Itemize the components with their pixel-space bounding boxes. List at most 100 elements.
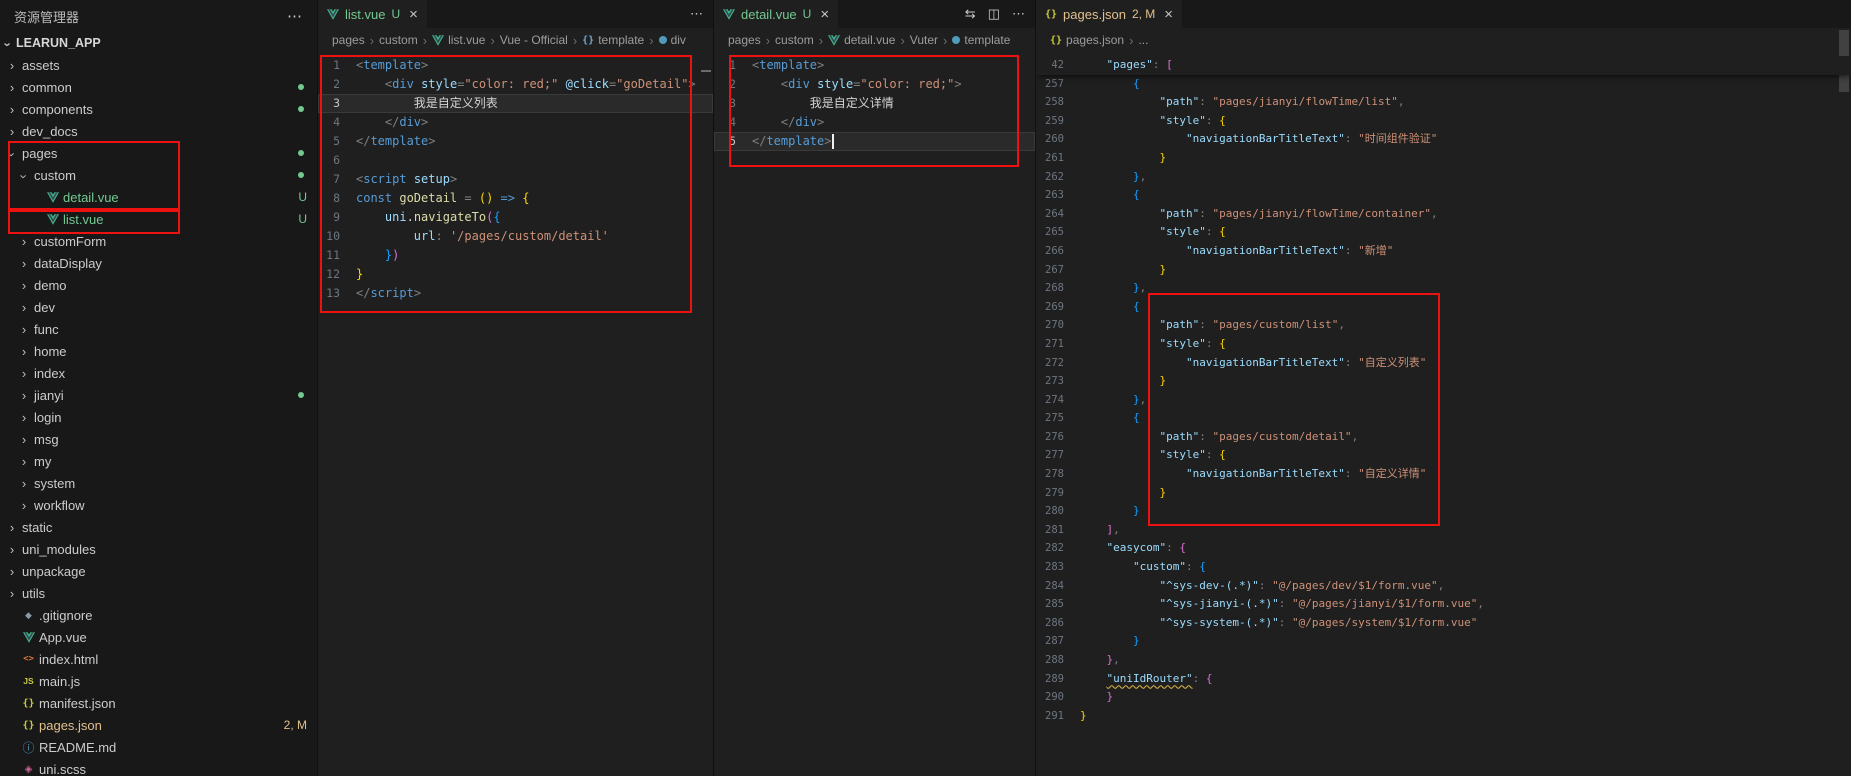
tree-item-dev_docs[interactable]: dev_docs xyxy=(0,120,317,142)
tree-item-assets[interactable]: assets xyxy=(0,54,317,76)
code-line-286: 286 "^sys-system-(.*)": "@/pages/system/… xyxy=(1036,614,1851,633)
chevron-right-icon[interactable] xyxy=(16,477,32,490)
line-content: "path": "pages/jianyi/flowTime/container… xyxy=(1080,205,1438,224)
code-editor-list-vue[interactable]: 1<template>2 <div style="color: red;" @c… xyxy=(318,52,713,776)
tree-item-static[interactable]: static xyxy=(0,516,317,538)
tree-item-app.vue[interactable]: App.vue xyxy=(0,626,317,648)
tree-item-common[interactable]: common xyxy=(0,76,317,98)
breadcrumb-item-template[interactable]: template xyxy=(952,33,1010,47)
close-icon[interactable]: × xyxy=(1164,6,1173,23)
code-editor-pages-json[interactable]: 42 "pages": [257 {258 "path": "pages/jia… xyxy=(1036,52,1851,776)
tree-item-main.js[interactable]: JSmain.js xyxy=(0,670,317,692)
chevron-right-icon[interactable] xyxy=(16,323,32,336)
tree-item-workflow[interactable]: workflow xyxy=(0,494,317,516)
chevron-right-icon[interactable] xyxy=(16,367,32,380)
tree-item-uni.scss[interactable]: ◈uni.scss xyxy=(0,758,317,776)
chevron-right-icon[interactable] xyxy=(4,103,20,116)
breadcrumb-item-custom[interactable]: custom xyxy=(379,33,418,47)
explorer-more-actions-icon[interactable]: ⋯ xyxy=(287,7,303,25)
tree-item-dev[interactable]: dev xyxy=(0,296,317,318)
chevron-right-icon[interactable] xyxy=(16,257,32,270)
chevron-right-icon[interactable] xyxy=(16,235,32,248)
breadcrumb-item-...[interactable]: ... xyxy=(1138,33,1148,47)
tree-item-custom[interactable]: custom xyxy=(0,164,317,186)
breadcrumb-item-vuter[interactable]: Vuter xyxy=(910,33,938,47)
chevron-right-icon[interactable] xyxy=(16,301,32,314)
tree-item-datadisplay[interactable]: dataDisplay xyxy=(0,252,317,274)
close-icon[interactable]: × xyxy=(409,6,418,23)
chevron-right-icon[interactable] xyxy=(4,81,20,94)
tree-item-system[interactable]: system xyxy=(0,472,317,494)
breadcrumb-item-detail.vue[interactable]: detail.vue xyxy=(828,33,895,47)
tab-detail-vue[interactable]: detail.vue U × xyxy=(714,0,838,28)
tree-item-label: home xyxy=(34,344,67,359)
tree-item-home[interactable]: home xyxy=(0,340,317,362)
close-icon[interactable]: × xyxy=(820,6,829,23)
tree-item-pages.json[interactable]: {}pages.json2, M xyxy=(0,714,317,736)
tab-list-vue[interactable]: list.vue U × xyxy=(318,0,427,28)
tree-item-readme.md[interactable]: ⓘREADME.md xyxy=(0,736,317,758)
tree-item-uni_modules[interactable]: uni_modules xyxy=(0,538,317,560)
tree-item-demo[interactable]: demo xyxy=(0,274,317,296)
code-line-260: 260 "navigationBarTitleText": "时间组件验证" xyxy=(1036,130,1851,149)
code-line-265: 265 "style": { xyxy=(1036,223,1851,242)
chevron-down-icon[interactable] xyxy=(16,169,32,182)
line-number: 259 xyxy=(1036,112,1080,131)
tree-item-jianyi[interactable]: jianyi xyxy=(0,384,317,406)
tree-item-login[interactable]: login xyxy=(0,406,317,428)
breadcrumb-separator: › xyxy=(943,33,947,48)
code-line-281: 281 ], xyxy=(1036,521,1851,540)
breadcrumb-item-pages.json[interactable]: {}pages.json xyxy=(1050,33,1124,47)
tree-item-func[interactable]: func xyxy=(0,318,317,340)
tree-root-learun-app[interactable]: LEARUN_APP xyxy=(0,32,317,54)
chevron-right-icon[interactable] xyxy=(4,59,20,72)
git-changes-dot xyxy=(298,84,304,90)
code-editor-detail-vue[interactable]: 1<template>2 <div style="color: red;">3 … xyxy=(714,52,1035,776)
chevron-right-icon[interactable] xyxy=(4,565,20,578)
vue-icon xyxy=(432,35,444,46)
tree-item-my[interactable]: my xyxy=(0,450,317,472)
breadcrumb-item-vue---official[interactable]: Vue - Official xyxy=(500,33,568,47)
more-actions-icon[interactable]: ⋯ xyxy=(690,6,703,22)
chevron-right-icon[interactable] xyxy=(4,587,20,600)
tree-item-list.vue[interactable]: list.vueU xyxy=(0,208,317,230)
breadcrumb-item-pages[interactable]: pages xyxy=(332,33,365,47)
chevron-right-icon[interactable] xyxy=(16,455,32,468)
tree-item-components[interactable]: components xyxy=(0,98,317,120)
tree-item-unpackage[interactable]: unpackage xyxy=(0,560,317,582)
breadcrumb-item-div[interactable]: div xyxy=(659,33,686,47)
tree-item-pages[interactable]: pages xyxy=(0,142,317,164)
tree-item-manifest.json[interactable]: {}manifest.json xyxy=(0,692,317,714)
tab-pages-json[interactable]: {} pages.json 2, M × xyxy=(1036,0,1182,28)
tree-item-msg[interactable]: msg xyxy=(0,428,317,450)
breadcrumb-item-template[interactable]: {}template xyxy=(582,33,644,47)
breadcrumb-item-list.vue[interactable]: list.vue xyxy=(432,33,485,47)
chevron-right-icon[interactable] xyxy=(16,389,32,402)
more-actions-icon[interactable]: ⋯ xyxy=(1012,6,1025,22)
chevron-down-icon[interactable] xyxy=(4,147,20,160)
line-number: 265 xyxy=(1036,223,1080,242)
breadcrumb-item-pages[interactable]: pages xyxy=(728,33,761,47)
chevron-right-icon[interactable] xyxy=(4,521,20,534)
chevron-right-icon[interactable] xyxy=(16,279,32,292)
tree-item-utils[interactable]: utils xyxy=(0,582,317,604)
chevron-right-icon[interactable] xyxy=(16,433,32,446)
tree-item-customform[interactable]: customForm xyxy=(0,230,317,252)
chevron-right-icon[interactable] xyxy=(16,499,32,512)
chevron-right-icon[interactable] xyxy=(4,543,20,556)
split-editor-icon[interactable]: ◫ xyxy=(988,6,1000,22)
tree-item-label: jianyi xyxy=(34,388,64,403)
chevron-right-icon[interactable] xyxy=(16,411,32,424)
tree-item-detail.vue[interactable]: detail.vueU xyxy=(0,186,317,208)
open-changes-icon[interactable]: ⇆ xyxy=(965,6,976,22)
tree-item-.gitignore[interactable]: ◆.gitignore xyxy=(0,604,317,626)
line-content: <div style="color: red;"> xyxy=(752,75,962,94)
breadcrumb-separator: › xyxy=(900,33,904,48)
chevron-right-icon[interactable] xyxy=(16,345,32,358)
tree-item-index.html[interactable]: <>index.html xyxy=(0,648,317,670)
chevron-right-icon[interactable] xyxy=(4,125,20,138)
line-content: <div style="color: red;" @click="goDetai… xyxy=(356,75,696,94)
tree-item-index[interactable]: index xyxy=(0,362,317,384)
breadcrumb-item-custom[interactable]: custom xyxy=(775,33,814,47)
line-number: 268 xyxy=(1036,279,1080,298)
